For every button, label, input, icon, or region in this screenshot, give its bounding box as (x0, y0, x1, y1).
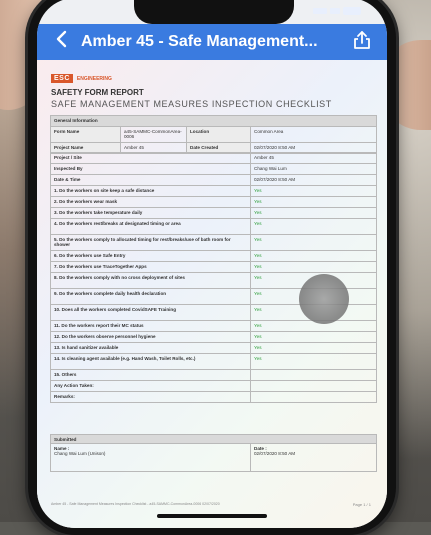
table-row: 13. Is hand sanitizer available Yes (50, 342, 377, 354)
table-row: 12. Do the workers observe personnel hyg… (50, 331, 377, 343)
assistive-touch-button[interactable] (299, 274, 349, 324)
answer-cell (250, 380, 377, 392)
status-icons (311, 6, 361, 16)
question-cell: 3. Do the workers take temperature daily (50, 207, 251, 219)
answer-cell: Yes (250, 320, 377, 332)
location-label: Location (186, 126, 251, 143)
logo-mark: ESC (51, 74, 73, 83)
question-cell: 9. Do the workers complete daily health … (50, 288, 251, 305)
table-row: Project / Site Amber 45 (50, 152, 377, 164)
answer-cell (250, 391, 377, 403)
submitted-name-cell: Name : Chang Wai Lum (Unison) (50, 443, 251, 472)
table-row: 5. Do the workers comply to allocated ti… (50, 234, 377, 251)
page-number: Page 1 / 1 (352, 502, 371, 507)
home-indicator[interactable] (157, 514, 267, 518)
submitted-header: Submitted (50, 434, 377, 444)
general-info-header: General Information (49, 115, 378, 127)
answer-cell (250, 369, 377, 381)
chevron-left-icon (55, 30, 67, 54)
table-row: 6. Do the workers use Safe Entry Yes (50, 250, 377, 262)
question-cell: 2. Do the workers wear mask (50, 196, 251, 208)
location-value: Common Area (249, 126, 378, 143)
submitted-table: Submitted Name : Chang Wai Lum (Unison) … (50, 434, 377, 472)
share-button[interactable] (347, 24, 377, 60)
question-cell: 10. Does all the workers completed Covid… (50, 304, 251, 321)
company-logo: ESC ENGINEERING (51, 74, 112, 83)
answer-cell: Yes (250, 250, 377, 262)
phone-screen: Amber 45 - Safe Management... ESC ENGINE… (37, 0, 387, 528)
submitted-date-cell: Date : 02/07/2020 8:50 AM (250, 443, 377, 472)
table-row: 3. Do the workers take temperature daily… (50, 207, 377, 219)
logo-subtext: ENGINEERING (76, 75, 112, 82)
submitted-date-value: 02/07/2020 8:50 AM (254, 450, 296, 456)
answer-cell: Yes (250, 342, 377, 354)
table-row: 1. Do the workers on site keep a safe di… (50, 185, 377, 197)
question-cell: 13. Is hand sanitizer available (50, 342, 251, 354)
table-row: Date & Time 02/07/2020 8:50 AM (50, 174, 377, 186)
answer-cell: Yes (250, 261, 377, 273)
form-name-value: a45-SAMMC-CommonArea-0006 (120, 126, 187, 143)
question-cell: 1. Do the workers on site keep a safe di… (50, 185, 251, 197)
question-cell: 12. Do the workers observe personnel hyg… (50, 331, 251, 343)
answer-cell: 02/07/2020 8:50 AM (250, 174, 377, 186)
form-name-label: Form Name (50, 126, 121, 143)
table-row: Inspected By Chang Wai Lum (50, 163, 377, 175)
question-cell: Date & Time (50, 174, 251, 186)
table-row: Remarks: (50, 391, 377, 403)
back-button[interactable] (47, 24, 75, 60)
table-row: 2. Do the workers wear mask Yes (50, 196, 377, 208)
notch (134, 0, 294, 24)
table-row: 15. Others (50, 369, 377, 381)
inspection-table: General Information Form Name a45-SAMMC-… (49, 115, 378, 154)
answer-cell: Yes (250, 331, 377, 343)
question-cell: Inspected By (50, 163, 251, 175)
question-cell: 4. Do the workers rest/breaks at designa… (50, 218, 251, 235)
answer-cell: Yes (250, 185, 377, 197)
submitted-name-value: Chang Wai Lum (Unison) (54, 450, 106, 456)
page-title: Amber 45 - Safe Management... (81, 33, 318, 50)
share-icon (353, 30, 371, 55)
question-cell: Project / Site (50, 152, 251, 164)
table-row: 14. Is cleaning agent available (e.g. Ha… (50, 353, 377, 370)
report-title: SAFETY FORM REPORT (51, 88, 144, 97)
question-cell: 5. Do the workers comply to allocated ti… (50, 234, 251, 251)
question-cell: Remarks: (50, 391, 251, 403)
answer-cell: Yes (250, 234, 377, 251)
app-header: Amber 45 - Safe Management... (37, 24, 387, 60)
question-cell: 15. Others (50, 369, 251, 381)
answer-cell: Chang Wai Lum (250, 163, 377, 175)
question-cell: 7. Do the workers use TraceTogether Apps (50, 261, 251, 273)
document-footer: Amber 45 - Safe Management Measures Insp… (51, 502, 220, 506)
question-cell: Any Action Taken: (50, 380, 251, 392)
question-cell: 14. Is cleaning agent available (e.g. Ha… (50, 353, 251, 370)
answer-cell: Yes (250, 353, 377, 370)
question-cell: 11. Do the workers report their MC statu… (50, 320, 251, 332)
table-row: Any Action Taken: (50, 380, 377, 392)
answer-cell: Yes (250, 218, 377, 235)
question-cell: 6. Do the workers use Safe Entry (50, 250, 251, 262)
answer-cell: Amber 45 (250, 152, 377, 164)
checklist-title: SAFE MANAGEMENT MEASURES INSPECTION CHEC… (51, 99, 332, 109)
table-row: 4. Do the workers rest/breaks at designa… (50, 218, 377, 235)
table-row: 7. Do the workers use TraceTogether Apps… (50, 261, 377, 273)
answer-cell: Yes (250, 196, 377, 208)
answer-cell: Yes (250, 207, 377, 219)
question-cell: 8. Do the workers comply with no cross d… (50, 272, 251, 289)
